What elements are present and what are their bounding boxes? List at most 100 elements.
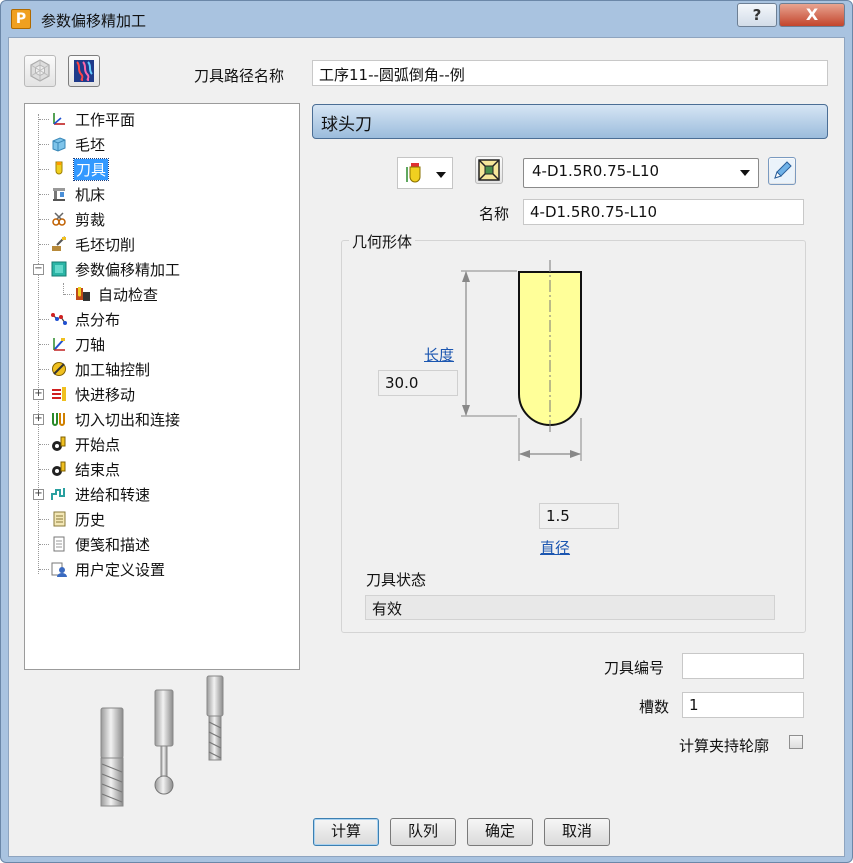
diameter-field[interactable]: 1.5 — [539, 503, 619, 529]
tool-select-dropdown[interactable]: 4-D1.5R0.75-L10 — [523, 158, 759, 188]
window-title: 参数偏移精加工 — [41, 12, 147, 30]
notes-icon — [53, 536, 65, 552]
expand-toggle[interactable]: + — [33, 414, 44, 425]
ok-button[interactable]: 确定 — [467, 818, 533, 846]
point-distribution-icon — [51, 313, 67, 325]
length-field[interactable]: 30.0 — [378, 370, 458, 396]
queue-button[interactable]: 队列 — [390, 818, 456, 846]
tree-item-label: 毛坯 — [75, 136, 106, 154]
dialog-body: 刀具路径名称 工序11--圆弧倒角--例 工作平面 毛坯 刀具 机床 剪裁 毛坯… — [8, 37, 845, 857]
tree-item-label: 便笺和描述 — [75, 536, 151, 554]
tree-item-label: 加工轴控制 — [75, 361, 151, 379]
limit-icon — [52, 212, 66, 226]
section-header: 球头刀 — [312, 104, 828, 139]
tree-item-tool-axis[interactable]: 刀轴 — [39, 333, 289, 355]
tree-item-strategy[interactable]: − 参数偏移精加工 — [33, 258, 289, 280]
tool-geometry-diagram — [461, 260, 582, 461]
tree-item-machine[interactable]: 机床 — [39, 183, 289, 205]
holder-profile-label: 计算夹持轮廓 — [679, 737, 770, 755]
holder-profile-checkbox[interactable] — [789, 735, 803, 749]
close-button[interactable]: X — [779, 3, 845, 27]
dropdown-arrow-icon — [436, 172, 446, 178]
tree-item-limit[interactable]: 剪裁 — [39, 208, 289, 230]
tree-item-label: 自动检查 — [98, 286, 159, 304]
tree-item-start-point[interactable]: 开始点 — [39, 433, 289, 455]
tool-database-icon — [478, 159, 500, 181]
toolpath-preview-icon — [74, 60, 94, 82]
layout-toggle-button[interactable] — [24, 55, 56, 87]
tree-item-label: 用户定义设置 — [75, 561, 166, 579]
hex-grid-icon — [30, 59, 50, 82]
tree-item-stock-cut[interactable]: 毛坯切削 — [39, 233, 289, 255]
tool-type-dropdown[interactable] — [397, 157, 453, 189]
title-bar: P 参数偏移精加工 ? X — [1, 1, 852, 35]
tool-number-label: 刀具编号 — [604, 659, 665, 677]
tree-item-block[interactable]: 毛坯 — [39, 133, 289, 155]
tool-name-label: 名称 — [479, 205, 510, 223]
tree-item-user-settings[interactable]: 用户定义设置 — [39, 558, 289, 580]
tree-item-feeds-speeds[interactable]: + 进给和转速 — [33, 483, 289, 505]
toolpath-preview-button[interactable] — [68, 55, 100, 87]
tree-item-label: 快进移动 — [75, 386, 136, 404]
dropdown-arrow-icon — [740, 170, 750, 176]
tree-item-rapid-move[interactable]: + 快进移动 — [33, 383, 289, 405]
user-settings-icon — [51, 562, 67, 577]
toolpath-name-input[interactable]: 工序11--圆弧倒角--例 — [312, 60, 828, 86]
history-icon — [53, 511, 66, 527]
tool-state-value: 有效 — [365, 595, 775, 620]
tree-item-label: 历史 — [75, 511, 106, 529]
block-icon — [52, 137, 66, 152]
calculate-button[interactable]: 计算 — [313, 818, 379, 846]
cancel-button[interactable]: 取消 — [544, 818, 610, 846]
diameter-link[interactable]: 直径 — [540, 537, 570, 558]
tree-item-history[interactable]: 历史 — [39, 508, 289, 530]
tool-state-label: 刀具状态 — [366, 571, 427, 589]
dialog-window: P 参数偏移精加工 ? X 刀具路径名称 工序11--圆弧倒角--例 工作平面 … — [0, 0, 853, 863]
axis-control-icon — [52, 362, 66, 376]
tool-number-input[interactable] — [682, 653, 804, 679]
tree-item-label: 毛坯切削 — [75, 236, 136, 254]
tree-item-label: 剪裁 — [75, 211, 106, 229]
edit-tool-button[interactable] — [768, 157, 796, 185]
select-tool-button[interactable] — [475, 156, 503, 184]
flutes-input[interactable]: 1 — [682, 692, 804, 718]
tool-select-value: 4-D1.5R0.75-L10 — [532, 162, 660, 180]
tree-item-tool[interactable]: 刀具 — [39, 158, 289, 181]
feeds-speeds-icon — [51, 488, 65, 500]
geometry-group-title: 几何形体 — [349, 231, 416, 252]
strategy-icon — [51, 261, 67, 277]
tree-item-label: 开始点 — [75, 436, 121, 454]
toolpath-name-label: 刀具路径名称 — [194, 67, 285, 85]
expand-toggle[interactable]: + — [33, 489, 44, 500]
gouge-check-icon — [76, 287, 90, 301]
tree-item-gouge-check[interactable]: 自动检查 — [64, 283, 289, 305]
stock-cut-icon — [52, 236, 66, 251]
tree-item-label: 进给和转速 — [75, 486, 151, 504]
tree-item-leads-links[interactable]: + 切入切出和连接 — [33, 408, 289, 430]
tree-item-label: 刀具 — [72, 158, 110, 181]
machine-icon — [53, 188, 65, 201]
tree-item-label: 机床 — [75, 186, 106, 204]
tool-name-input[interactable]: 4-D1.5R0.75-L10 — [523, 199, 804, 225]
tree-item-point-distribution[interactable]: 点分布 — [39, 308, 289, 330]
tree-item-end-point[interactable]: 结束点 — [39, 458, 289, 480]
workplane-icon — [53, 113, 65, 125]
help-button[interactable]: ? — [737, 3, 777, 27]
tree-item-label: 切入切出和连接 — [75, 411, 181, 429]
settings-tree: 工作平面 毛坯 刀具 机床 剪裁 毛坯切削 − 参数偏移精加工 自动检查 点分布… — [24, 103, 300, 670]
app-logo-icon: P — [11, 9, 31, 29]
tool-axis-icon — [53, 338, 65, 351]
start-point-icon — [52, 436, 66, 451]
length-link[interactable]: 长度 — [424, 344, 454, 365]
tree-item-notes[interactable]: 便笺和描述 — [39, 533, 289, 555]
rapid-move-icon — [52, 387, 66, 401]
collapse-toggle[interactable]: − — [33, 264, 44, 275]
leads-links-icon — [52, 413, 65, 426]
tree-item-workplane[interactable]: 工作平面 — [39, 108, 289, 130]
tool-icon — [55, 161, 63, 175]
tree-item-label: 点分布 — [75, 311, 121, 329]
tree-item-axis-control[interactable]: 加工轴控制 — [39, 358, 289, 380]
ball-nose-tool-icon — [406, 163, 421, 183]
pencil-icon — [770, 159, 794, 183]
expand-toggle[interactable]: + — [33, 389, 44, 400]
